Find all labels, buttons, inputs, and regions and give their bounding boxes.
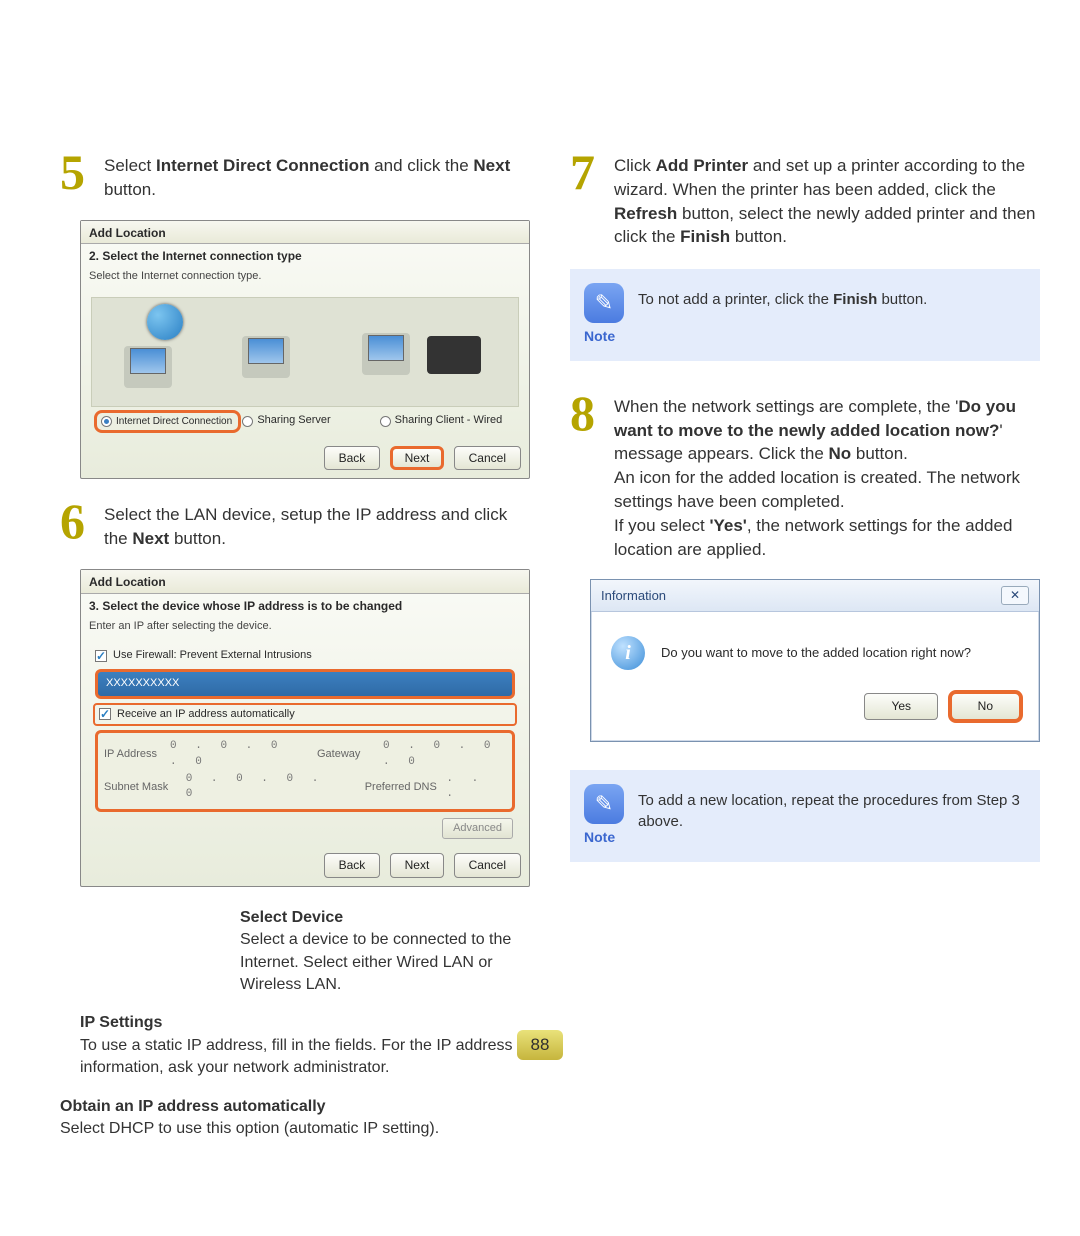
dialog-buttons: Back Next Cancel: [81, 847, 529, 886]
pc-icon: [362, 333, 410, 375]
dialog-hint: Select the Internet connection type.: [81, 267, 529, 290]
note-box: ✎ Note To add a new location, repeat the…: [570, 770, 1040, 862]
checkbox-auto-ip[interactable]: Receive an IP address automatically: [93, 703, 517, 726]
note-label: Note: [584, 828, 624, 848]
step-8: 8 When the network settings are complete…: [570, 391, 1040, 562]
checkbox-firewall[interactable]: Use Firewall: Prevent External Intrusion…: [91, 646, 519, 665]
device-selector[interactable]: XXXXXXXXXX: [95, 669, 515, 698]
callout-select-device-text: Select a device to be connected to the I…: [240, 931, 511, 993]
note-text: To add a new location, repeat the proced…: [638, 784, 1024, 832]
left-column: 5 Select Internet Direct Connection and …: [60, 150, 530, 1156]
callout-select-device-title: Select Device: [240, 909, 343, 926]
step-6: 6 Select the LAN device, setup the IP ad…: [60, 499, 530, 551]
back-button[interactable]: Back: [324, 853, 381, 878]
step-number: 7: [570, 150, 602, 249]
dialog-message: Do you want to move to the added locatio…: [661, 644, 971, 662]
step-text: Select Internet Direct Connection and cl…: [104, 150, 530, 202]
note-box: ✎ Note To not add a printer, click the F…: [570, 269, 1040, 361]
screenshot-information-dialog: Information ✕ i Do you want to move to t…: [590, 579, 1040, 742]
dialog-title: Add Location: [81, 570, 529, 594]
dialog-subtitle: 2. Select the Internet connection type: [81, 244, 529, 267]
ip-address-label: IP Address: [104, 747, 164, 762]
page-number: 88: [517, 1030, 563, 1060]
laptop-icon: [427, 336, 481, 374]
next-button[interactable]: Next: [390, 853, 445, 878]
gateway-label: Gateway: [317, 747, 377, 762]
no-button[interactable]: No: [948, 690, 1023, 723]
step-number: 8: [570, 391, 602, 562]
callouts: Select Device Select a device to be conn…: [80, 907, 530, 1141]
gateway-field[interactable]: 0 . 0 . 0 . 0: [383, 739, 506, 770]
advanced-button[interactable]: Advanced: [442, 818, 513, 839]
ip-fields: IP Address 0 . 0 . 0 . 0 Gateway 0 . 0 .…: [95, 730, 515, 812]
screenshot-add-location-ip: Add Location 3. Select the device whose …: [80, 569, 530, 887]
step-7: 7 Click Add Printer and set up a printer…: [570, 150, 1040, 249]
step-text: Click Add Printer and set up a printer a…: [614, 150, 1040, 249]
screenshot-add-location-conn-type: Add Location 2. Select the Internet conn…: [80, 220, 530, 480]
cancel-button[interactable]: Cancel: [454, 446, 521, 471]
radio-internet-direct[interactable]: Internet Direct Connection: [94, 410, 241, 433]
right-column: 7 Click Add Printer and set up a printer…: [570, 150, 1040, 1156]
dialog-hint: Enter an IP after selecting the device.: [81, 617, 529, 640]
note-text: To not add a printer, click the Finish b…: [638, 283, 1024, 310]
subnet-mask-label: Subnet Mask: [104, 780, 180, 795]
step-extra: An icon for the added location is create…: [614, 468, 1020, 511]
cancel-button[interactable]: Cancel: [454, 853, 521, 878]
close-icon[interactable]: ✕: [1001, 586, 1029, 605]
pc-icon: [242, 336, 290, 378]
callout-ip-settings-text: To use a static IP address, fill in the …: [80, 1037, 513, 1076]
preferred-dns-field[interactable]: . . .: [446, 772, 506, 803]
network-diagram: [91, 297, 519, 407]
ip-address-field[interactable]: 0 . 0 . 0 . 0: [170, 739, 293, 770]
callout-ip-settings-title: IP Settings: [80, 1014, 162, 1031]
dialog-subtitle: 3. Select the device whose IP address is…: [81, 594, 529, 617]
checkbox-icon: [95, 650, 107, 662]
dialog-buttons: Back Next Cancel: [81, 440, 529, 479]
note-label: Note: [584, 327, 624, 347]
step-5: 5 Select Internet Direct Connection and …: [60, 150, 530, 202]
step-text: When the network settings are complete, …: [614, 391, 1040, 562]
radio-icon: [380, 416, 391, 427]
callout-obtain-ip-text: Select DHCP to use this option (automati…: [60, 1120, 439, 1137]
dialog-title: Add Location: [81, 221, 529, 245]
info-icon: i: [611, 636, 645, 670]
yes-button[interactable]: Yes: [864, 693, 938, 720]
preferred-dns-label: Preferred DNS: [365, 780, 441, 795]
radio-sharing-server[interactable]: Sharing Server: [242, 413, 375, 430]
dialog-title: Information: [601, 587, 666, 605]
ie-globe-icon: [147, 304, 183, 340]
step-number: 6: [60, 499, 92, 551]
back-button[interactable]: Back: [324, 446, 381, 471]
checkbox-icon: [99, 708, 111, 720]
step-text: Select the LAN device, setup the IP addr…: [104, 499, 530, 551]
pc-icon: [124, 346, 172, 388]
connection-type-options: Internet Direct Connection Sharing Serve…: [91, 407, 519, 430]
pencil-note-icon: ✎: [584, 283, 624, 323]
pencil-note-icon: ✎: [584, 784, 624, 824]
callout-obtain-ip-title: Obtain an IP address automatically: [60, 1098, 326, 1115]
subnet-mask-field[interactable]: 0 . 0 . 0 . 0: [186, 772, 341, 803]
radio-icon: [101, 416, 112, 427]
radio-icon: [242, 416, 253, 427]
dialog-buttons: Yes No: [591, 690, 1039, 741]
radio-sharing-client-wired[interactable]: Sharing Client - Wired: [380, 413, 513, 430]
step-number: 5: [60, 150, 92, 202]
next-button[interactable]: Next: [390, 446, 445, 471]
